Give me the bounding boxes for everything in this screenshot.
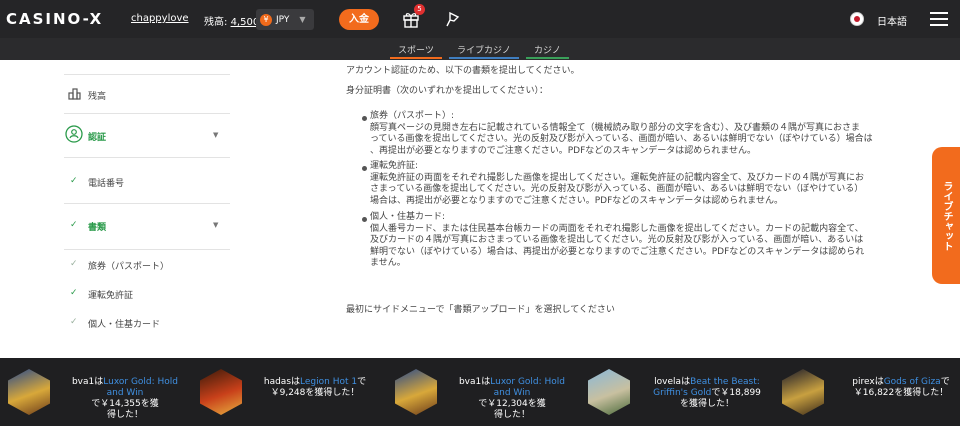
- win-text: lovelaはBeat the Beast: Griffin's Goldで￥1…: [653, 377, 761, 409]
- id-heading: 身分証明書（次のいずれかを提出してください）：: [346, 86, 548, 96]
- game-thumbnail[interactable]: [782, 369, 824, 415]
- balance-display: 残高: 4,500: [204, 13, 259, 28]
- check-icon: ✓: [70, 317, 78, 327]
- divider: [64, 157, 230, 158]
- doc-line: 鮮明でない（ぼやけている）場合は、再提出が必要となりますのでご注意ください。PD…: [370, 246, 865, 257]
- game-thumbnail[interactable]: [588, 369, 630, 415]
- divider: [64, 113, 230, 114]
- doc-line: 個人番号カード、または住民基本台帳カードの両面をそれぞれ撮影した画像を提出してく…: [370, 223, 864, 234]
- currency-coin-icon: ¥: [260, 13, 272, 26]
- check-icon: ✓: [70, 176, 78, 186]
- japan-flag-icon[interactable]: [850, 12, 864, 26]
- top-bar: CASINO-X chappylove 残高: 4,500 ¥ JPY ▼ 入金…: [0, 0, 960, 38]
- recent-wins-ticker: bva1はLuxor Gold: Hold and Win で￥14,355を獲…: [0, 358, 960, 426]
- sidebar-item-label: 残高: [88, 92, 107, 102]
- win-text: bva1はLuxor Gold: Hold and Win で￥12,304を獲…: [458, 377, 566, 420]
- divider: [64, 203, 230, 204]
- doc-passport: 旅券（パスポート）: 顔写真ページの見開き左右に記載されている情報全て（機械読み…: [370, 111, 926, 157]
- account-sidebar: 残高 認証 ▼ ✓ 電話番号 ✓ 書類 ▼ ✓ 旅券（パスポート） ✓ 運転免許…: [64, 60, 230, 358]
- hamburger-menu-icon[interactable]: [930, 12, 948, 26]
- doc-line: 場合は、再提出が必要となりますのでご注意ください。PDFなどのスキャンデータは認…: [370, 195, 783, 206]
- chevron-down-icon: ▼: [299, 15, 306, 24]
- tab-sports[interactable]: スポーツ: [390, 43, 442, 59]
- chevron-down-icon: ▼: [213, 131, 219, 139]
- check-icon: ✓: [70, 259, 78, 269]
- win-text: pirexはGods of Gizaで ￥16,822を獲得した！: [852, 377, 950, 398]
- doc-license: 運転免許証: 運転免許証の両面をそれぞれ撮影した画像を提出してください。運転免許…: [370, 161, 926, 207]
- doc-line: ません。: [370, 258, 406, 268]
- game-thumbnail[interactable]: [395, 369, 437, 415]
- clover-icon[interactable]: [444, 10, 462, 28]
- sidebar-item-label: 書類: [88, 223, 107, 233]
- check-icon: ✓: [70, 288, 78, 298]
- doc-line: 及びカードの４隅が写真におさまっている画像を提出してください。光の反射及び影が入…: [370, 235, 864, 245]
- instruction-text: 最初にサイドメニューで「書類アップロード」を選択してください: [346, 305, 615, 315]
- live-chat-button[interactable]: ライブチャット: [932, 147, 960, 284]
- tab-live-casino[interactable]: ライブカジノ: [449, 43, 519, 59]
- win-text: hadasはLegion Hot 1で ￥9,248を獲得した！: [263, 377, 367, 398]
- doc-line: 、再提出が必要となりますのでご注意ください。PDFなどのスキャンデータは認められ…: [370, 145, 756, 156]
- doc-title: 旅券（パスポート）:: [370, 111, 455, 121]
- intro-text: アカウント認証のため、以下の書類を提出してください。: [346, 66, 580, 76]
- doc-title: 個人・住基カード:: [370, 212, 446, 222]
- doc-line: 運転免許証の両面をそれぞれ撮影した画像を提出してください。運転免許証の記載内容全…: [370, 172, 865, 183]
- currency-select[interactable]: ¥ JPY ▼: [256, 9, 314, 30]
- sidebar-item-label: 運転免許証: [88, 291, 134, 301]
- check-icon: ✓: [70, 220, 78, 230]
- category-nav: スポーツ ライブカジノ カジノ: [0, 38, 960, 60]
- language-selector[interactable]: 日本語: [877, 13, 907, 28]
- currency-code: JPY: [276, 14, 290, 25]
- username-link[interactable]: chappylove: [131, 13, 189, 24]
- bullet: [362, 166, 367, 171]
- user-badge-icon: [65, 125, 83, 143]
- sidebar-item-label: 個人・住基カード: [88, 320, 161, 330]
- doc-id-card: 個人・住基カード: 個人番号カード、または住民基本台帳カードの両面をそれぞれ撮影…: [370, 212, 926, 270]
- bullet: [362, 217, 367, 222]
- bullet: [362, 116, 367, 121]
- win-text: bva1はLuxor Gold: Hold and Win で￥14,355を獲…: [71, 377, 179, 420]
- game-thumbnail[interactable]: [8, 369, 50, 415]
- sidebar-item-label: 電話番号: [88, 179, 125, 189]
- tab-casino[interactable]: カジノ: [526, 43, 569, 59]
- game-thumbnail[interactable]: [200, 369, 242, 415]
- doc-line: 顔写真ページの見開き左右に記載されている情報全て（機械読み取り部分の文字を含む）…: [370, 122, 861, 133]
- casino-logo[interactable]: CASINO-X: [6, 10, 103, 28]
- doc-title: 運転免許証:: [370, 161, 419, 171]
- balance-label: 残高:: [204, 17, 228, 28]
- sidebar-item-label: 認証: [88, 133, 107, 143]
- balance-amount[interactable]: 4,500: [231, 17, 260, 28]
- doc-line: っている画像を提出してください。光の反射及び影が入っている、画面が暗い、あるいは…: [370, 134, 873, 144]
- divider: [64, 74, 230, 75]
- sidebar-item-label: 旅券（パスポート）: [88, 262, 170, 272]
- deposit-button[interactable]: 入金: [339, 9, 379, 30]
- divider: [64, 249, 230, 250]
- gift-count-badge: 5: [414, 4, 425, 15]
- coins-icon: [68, 88, 81, 100]
- doc-line: さまっている画像を提出してください。光の反射及び影が入っている、画面が暗い、ある…: [370, 184, 864, 194]
- chevron-down-icon: ▼: [213, 221, 219, 229]
